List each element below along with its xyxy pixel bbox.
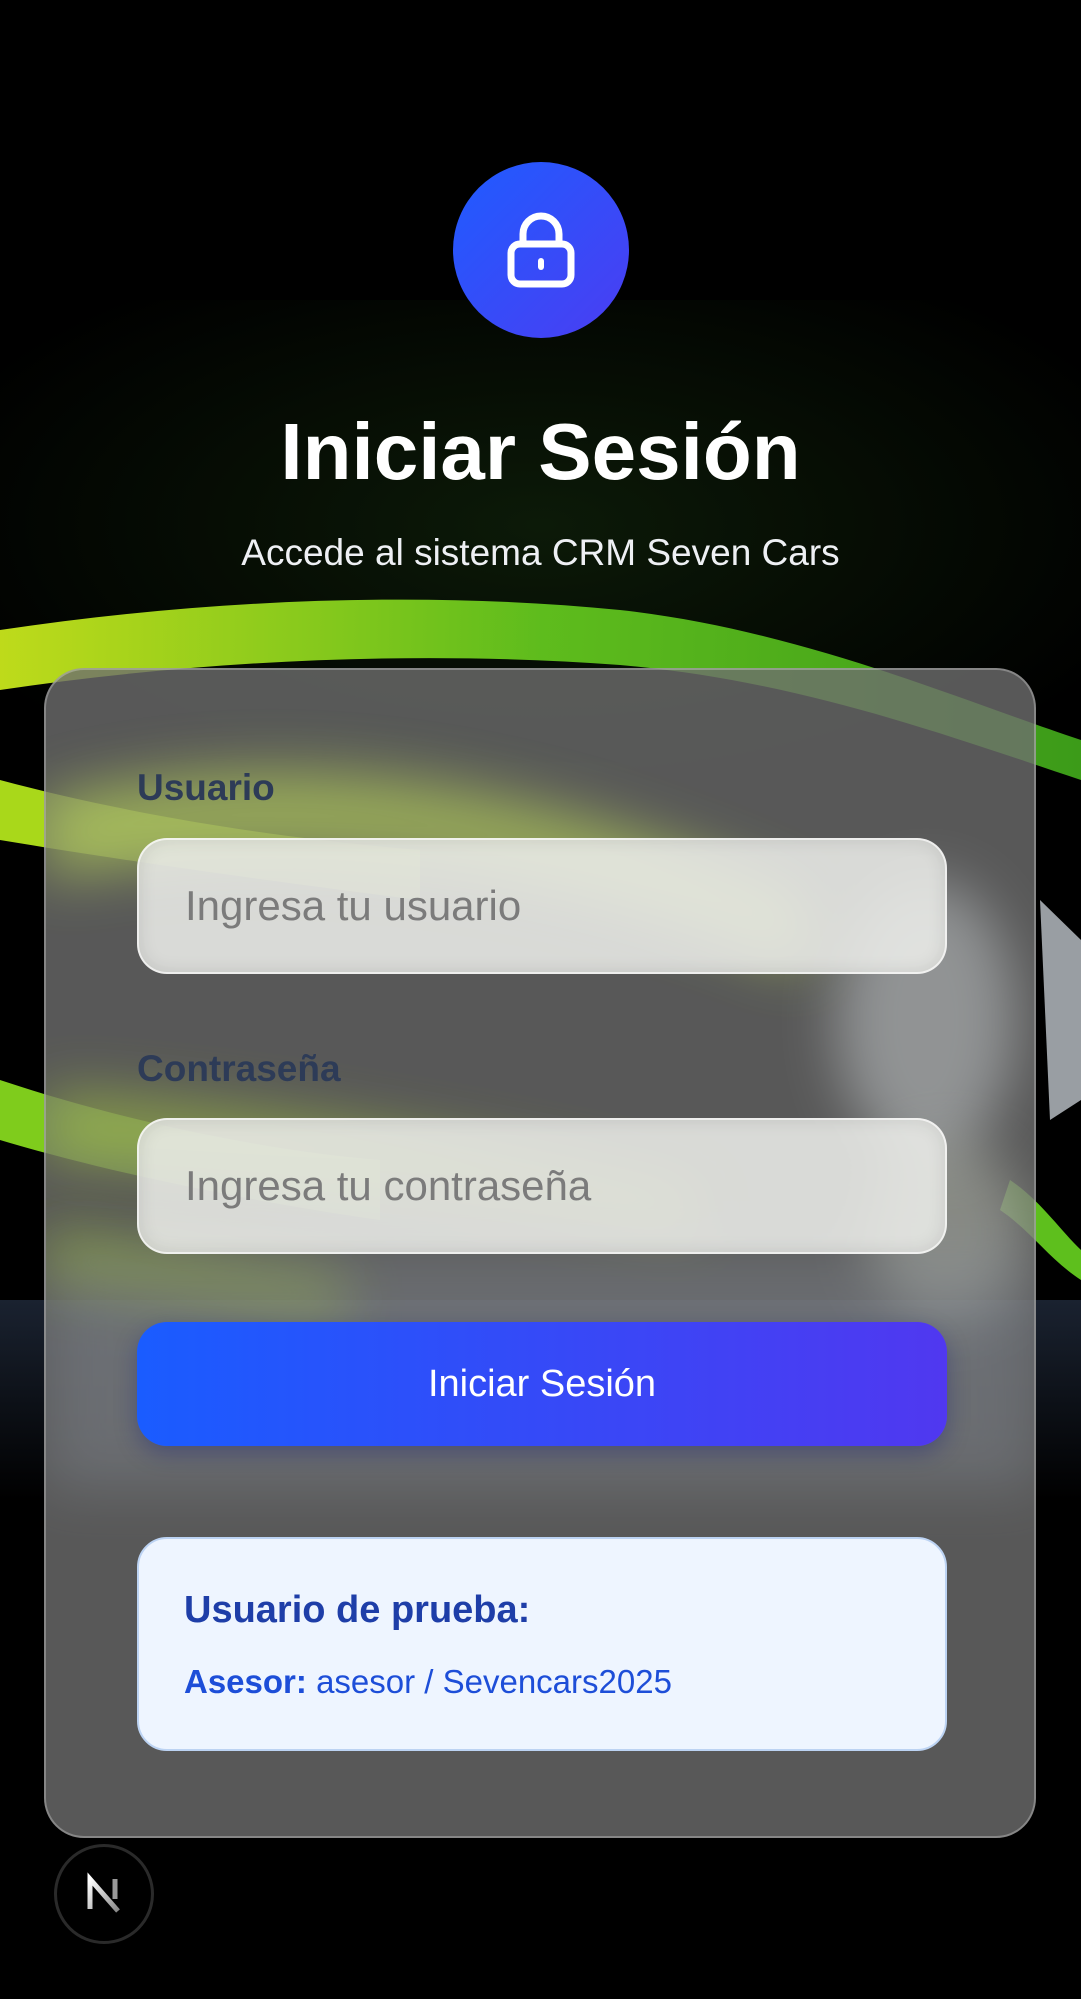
page-title: Iniciar Sesión: [280, 407, 801, 496]
login-card: Usuario Contraseña Iniciar Sesión Usuari…: [44, 668, 1036, 1838]
page-subtitle: Accede al sistema CRM Seven Cars: [241, 532, 840, 573]
password-label: Contraseña: [137, 1048, 341, 1089]
test-user-role-label: Asesor:: [184, 1663, 307, 1700]
test-user-credentials-line: Asesor: asesor / Sevencars2025: [184, 1663, 672, 1701]
test-user-credentials: asesor / Sevencars2025: [316, 1663, 672, 1700]
test-user-info-box: Usuario de prueba: Asesor: asesor / Seve…: [137, 1537, 947, 1751]
login-submit-button[interactable]: Iniciar Sesión: [137, 1322, 947, 1446]
username-label: Usuario: [137, 767, 275, 808]
password-input[interactable]: [137, 1118, 947, 1254]
nextjs-dev-badge[interactable]: [54, 1844, 154, 1944]
nextjs-logo-icon: [87, 1872, 120, 1913]
username-input[interactable]: [137, 838, 947, 974]
lock-icon: [507, 212, 575, 288]
lock-badge: [453, 162, 629, 338]
test-user-title: Usuario de prueba:: [184, 1589, 531, 1631]
